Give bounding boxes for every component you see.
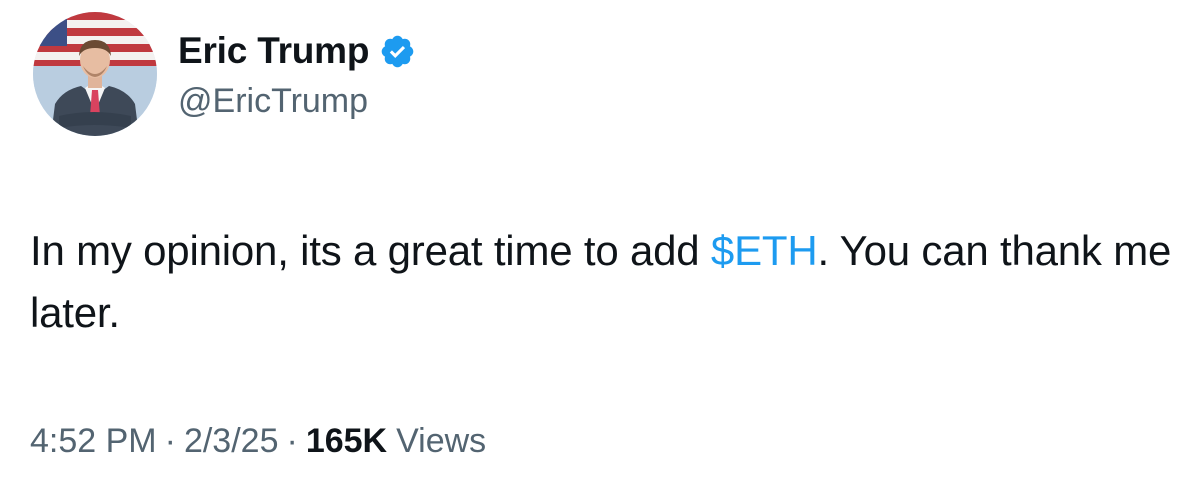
cashtag-link[interactable]: $ETH [711, 227, 818, 274]
author-name-row[interactable]: Eric Trump [178, 28, 416, 74]
meta-separator: · [286, 422, 298, 460]
tweet-text-part: In my opinion, its a great time to add [30, 227, 711, 274]
tweet-date[interactable]: 2/3/25 [184, 422, 279, 461]
tweet-card: Eric Trump @EricTrump In my opinion, its… [0, 0, 1200, 490]
verified-badge-icon [379, 33, 416, 70]
views-count: 165K [305, 422, 388, 460]
views-label: Views [396, 422, 487, 460]
avatar-photo-icon [33, 12, 157, 136]
author-avatar[interactable] [33, 12, 157, 136]
tweet-text: In my opinion, its a great time to add $… [30, 220, 1180, 344]
author-display-name[interactable]: Eric Trump [178, 30, 369, 72]
tweet-time[interactable]: 4:52 PM [30, 422, 157, 461]
author-handle[interactable]: @EricTrump [178, 82, 368, 121]
tweet-meta: 4:52 PM · 2/3/25 · 165K Views [30, 422, 486, 461]
meta-separator: · [164, 422, 176, 460]
